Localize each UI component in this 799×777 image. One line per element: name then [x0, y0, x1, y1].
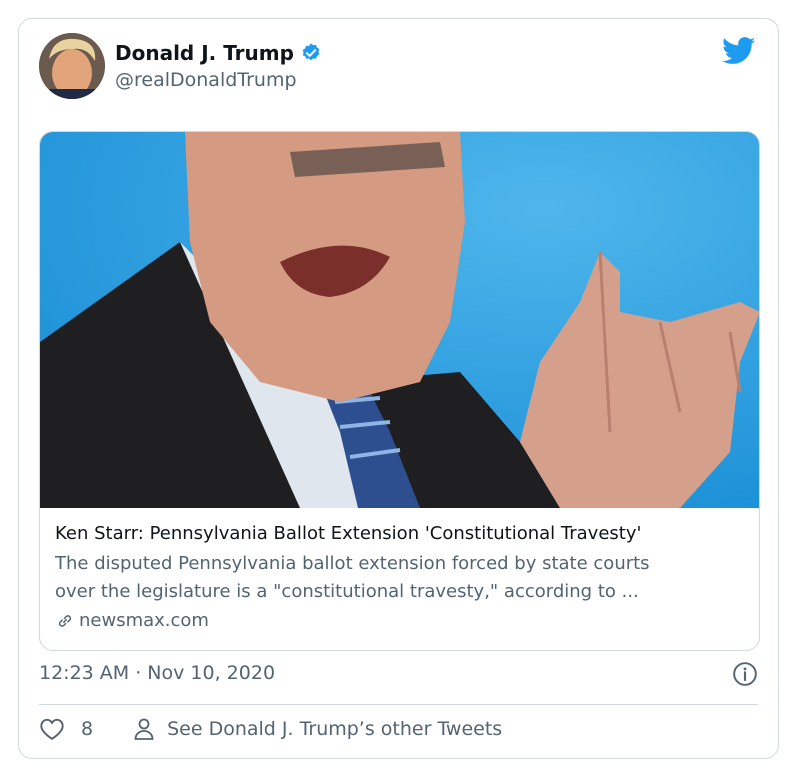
see-other-tweets-label: See Donald J. Trump’s other Tweets — [167, 718, 503, 740]
link-title[interactable]: Ken Starr: Pennsylvania Ballot Extension… — [55, 521, 747, 547]
link-domain-row: newsmax.com — [55, 610, 747, 631]
like-count: 8 — [81, 718, 94, 740]
link-preview-card[interactable]: Ken Starr: Pennsylvania Ballot Extension… — [39, 131, 760, 651]
see-other-tweets-link[interactable]: See Donald J. Trump’s other Tweets — [133, 717, 502, 741]
avatar[interactable] — [39, 33, 105, 99]
person-icon — [134, 718, 154, 740]
link-description-line-2: over the legislature is a "constitutiona… — [55, 581, 639, 602]
tweet-card: Donald J. Trump @realDonaldTrump Ken Sta… — [18, 18, 779, 759]
divider — [39, 704, 758, 705]
author-name[interactable]: Donald J. Trump — [115, 41, 294, 65]
like-button[interactable]: 8 — [39, 717, 93, 741]
link-domain: newsmax.com — [79, 610, 209, 631]
twitter-bird-icon[interactable] — [722, 37, 756, 65]
author-name-row[interactable]: Donald J. Trump — [115, 41, 322, 65]
heart-icon — [40, 718, 64, 740]
verified-badge-icon — [302, 43, 320, 61]
link-text-block: Ken Starr: Pennsylvania Ballot Extension… — [55, 521, 747, 631]
link-preview-image[interactable] — [40, 132, 760, 508]
link-description: The disputed Pennsylvania ballot extensi… — [55, 550, 747, 606]
avatar-image — [39, 33, 105, 99]
info-icon[interactable] — [732, 661, 758, 687]
tweet-timestamp[interactable]: 12:23 AM · Nov 10, 2020 — [39, 662, 275, 684]
link-description-line-1: The disputed Pennsylvania ballot extensi… — [55, 553, 650, 574]
author-handle[interactable]: @realDonaldTrump — [115, 69, 297, 91]
tweet-actions: 8 See Donald J. Trump’s other Tweets — [39, 717, 502, 741]
link-icon — [58, 614, 72, 627]
